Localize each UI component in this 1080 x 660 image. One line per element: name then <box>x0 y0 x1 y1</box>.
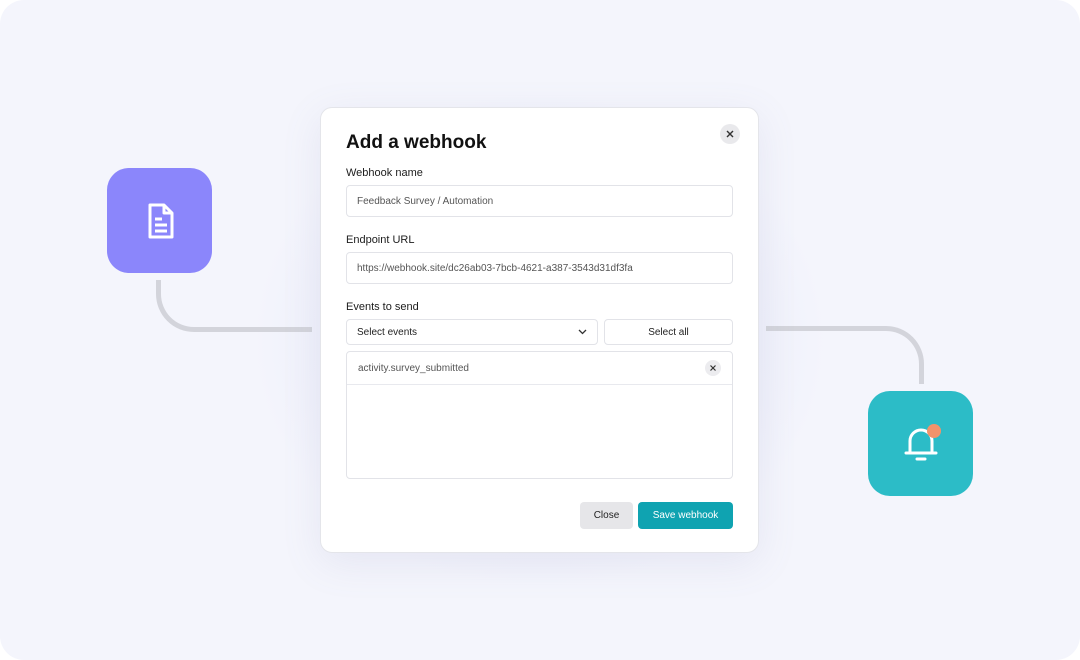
select-all-button[interactable]: Select all <box>604 319 733 345</box>
endpoint-url-label: Endpoint URL <box>346 234 415 246</box>
dialog-close-button[interactable] <box>720 124 740 144</box>
list-item: activity.survey_submitted <box>347 352 732 385</box>
notification-tile <box>868 391 973 496</box>
save-webhook-button[interactable]: Save webhook <box>638 502 733 529</box>
right-connector-line <box>766 326 924 384</box>
bell-icon <box>904 423 941 460</box>
illustration-canvas: Add a webhook Webhook name Feedback Surv… <box>0 0 1080 660</box>
event-name: activity.survey_submitted <box>358 362 469 374</box>
endpoint-url-input[interactable]: https://webhook.site/dc26ab03-7bcb-4621-… <box>346 252 733 284</box>
document-icon <box>148 203 173 238</box>
remove-event-button[interactable] <box>705 360 721 376</box>
events-select-label: Select events <box>357 326 418 338</box>
selected-events-list: activity.survey_submitted <box>346 351 733 479</box>
events-select[interactable]: Select events <box>346 319 598 345</box>
left-connector-line <box>156 280 312 332</box>
notification-dot <box>926 423 941 438</box>
webhook-name-input[interactable]: Feedback Survey / Automation <box>346 185 733 217</box>
add-webhook-dialog: Add a webhook Webhook name Feedback Surv… <box>320 107 759 553</box>
dialog-title: Add a webhook <box>346 132 487 153</box>
events-label: Events to send <box>346 301 419 313</box>
close-icon <box>726 130 734 138</box>
webhook-name-label: Webhook name <box>346 167 423 179</box>
chevron-down-icon <box>578 329 587 335</box>
close-icon <box>710 365 716 371</box>
close-button[interactable]: Close <box>580 502 633 529</box>
document-tile <box>107 168 212 273</box>
